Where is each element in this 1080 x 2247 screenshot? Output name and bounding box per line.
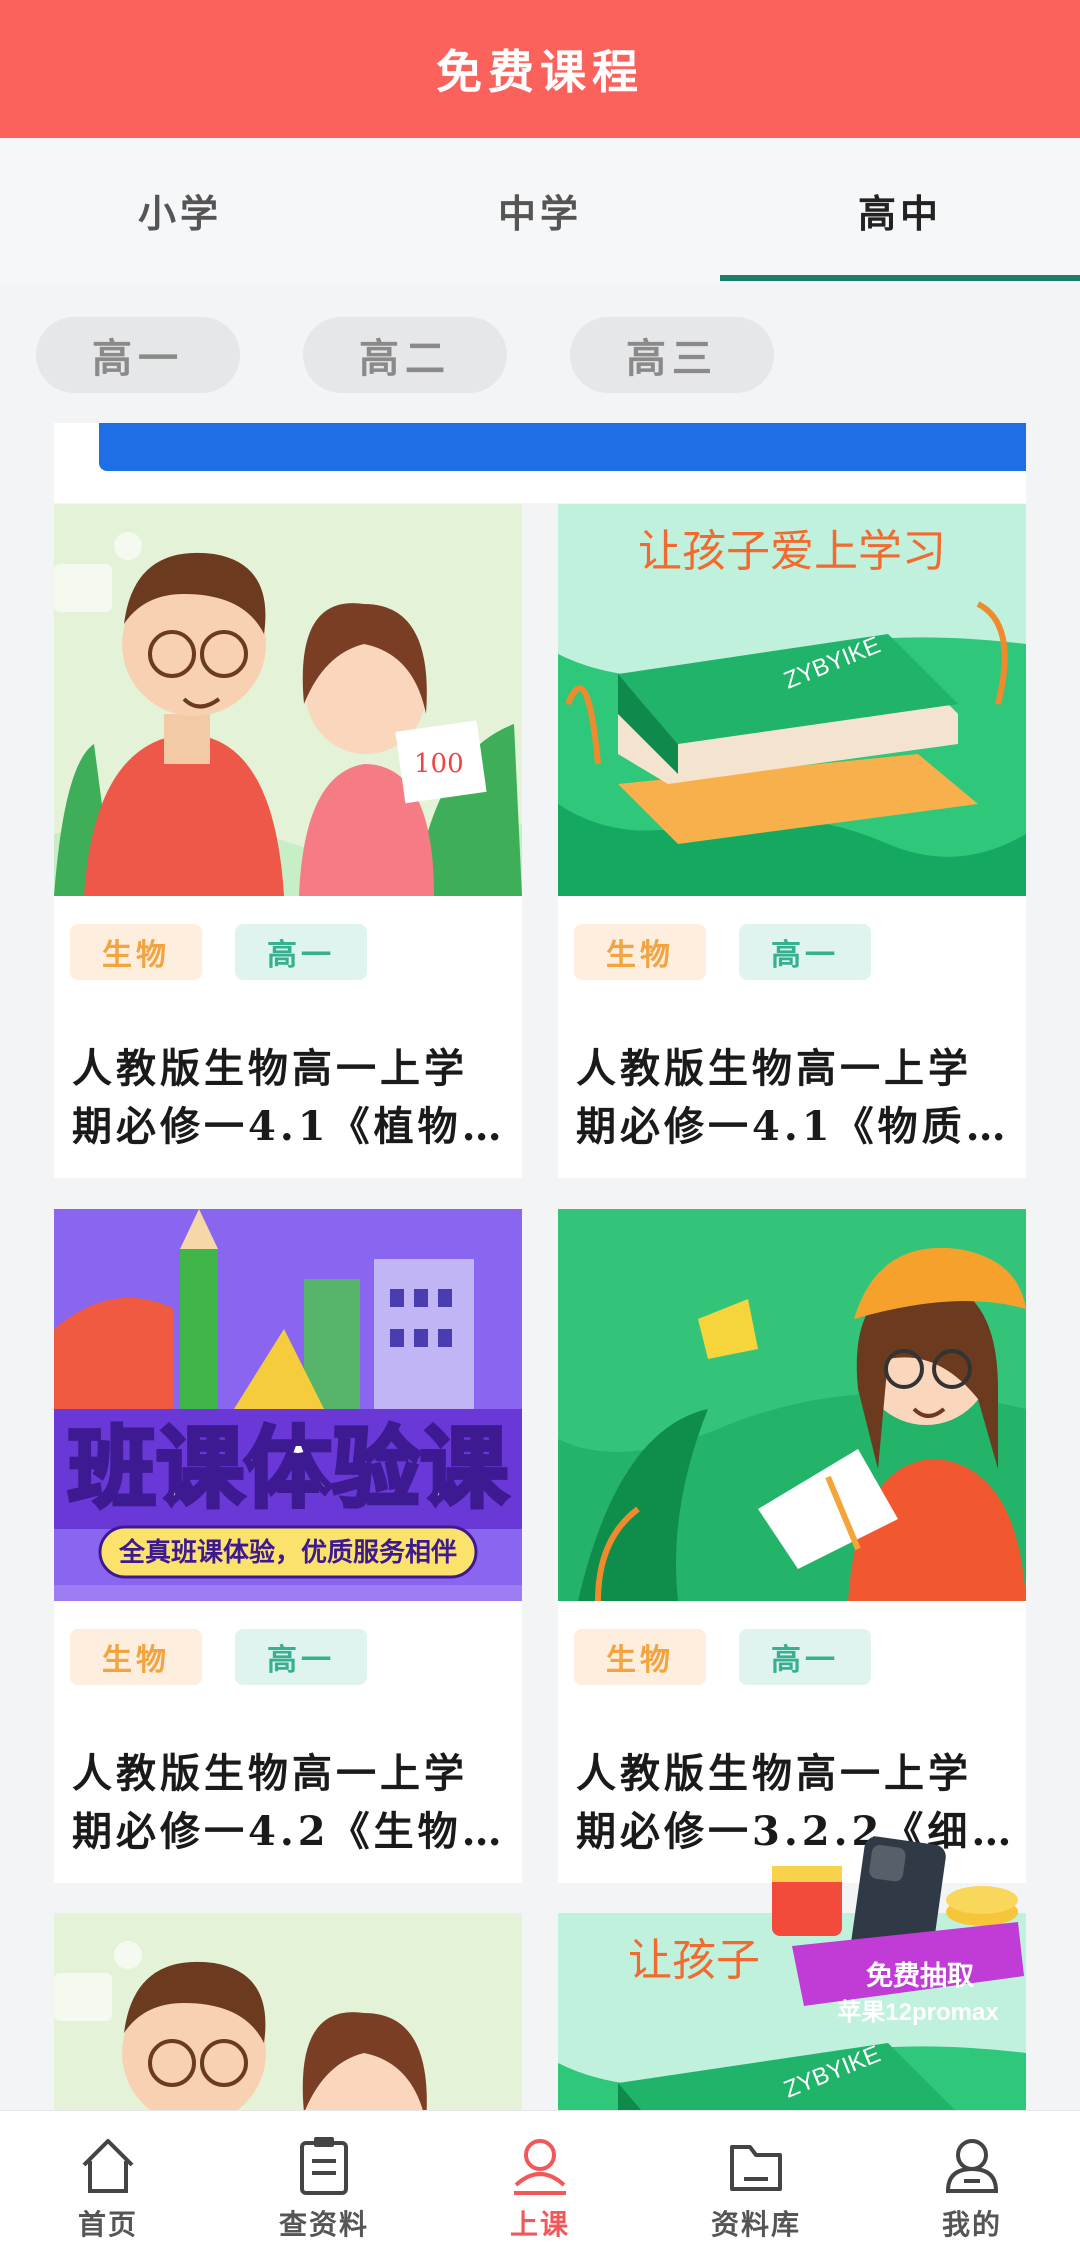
nav-classes[interactable]: 上课 — [432, 2111, 648, 2247]
promo-line1: 免费抽取 — [866, 1961, 974, 1991]
course-thumbnail: 100 — [54, 504, 522, 896]
svg-text:让孩子爱上学习: 让孩子爱上学习 — [638, 526, 946, 577]
nav-label: 我的 — [941, 2208, 1002, 2241]
tab-middle[interactable]: 中学 — [360, 138, 720, 283]
home-icon — [82, 2139, 134, 2193]
nav-label: 查资料 — [278, 2208, 369, 2241]
banner-blue[interactable] — [99, 423, 1026, 471]
course-card[interactable]: 班课体验课 全真班课体验，优质服务相伴 生物 高一 人教版生物高一上学 期必修一… — [54, 1209, 522, 1883]
course-thumbnail — [558, 1209, 1026, 1601]
subject-tag: 生物 — [70, 1629, 202, 1685]
active-tab-indicator — [720, 275, 1080, 281]
subject-tag: 生物 — [574, 1629, 706, 1685]
nav-label: 资料库 — [710, 2208, 801, 2241]
course-title: 人教版生物高一上学 期必修一4.1《物质… — [576, 1045, 1010, 1150]
course-card[interactable]: 让孩子爱上学习 ZYBYIKE 生物 高一 人教版生物高一上学 期必修一4.1《… — [558, 504, 1026, 1178]
banner-strip — [54, 423, 1026, 503]
svg-text:让孩子: 让孩子 — [628, 1935, 760, 1986]
lottery-promo[interactable]: 免费抽取 苹果12promax — [768, 1826, 1030, 2046]
course-title: 人教版生物高一上学 期必修一4.1《植物… — [72, 1045, 506, 1150]
svg-text:100: 100 — [414, 749, 464, 779]
grade-tag: 高一 — [235, 924, 367, 980]
nav-label: 首页 — [77, 2208, 138, 2241]
grade-filter: 高一 高二 高三 — [0, 283, 1080, 423]
tab-high[interactable]: 高中 — [720, 138, 1080, 283]
nav-search-materials[interactable]: 查资料 — [216, 2111, 432, 2247]
user-class-icon — [514, 2139, 566, 2195]
page-title: 免费课程 — [436, 45, 644, 99]
tab-primary[interactable]: 小学 — [0, 138, 360, 283]
course-card[interactable]: 100 生物 高一 人教版生物高一上学 期必修一4.1《植物… — [54, 504, 522, 1178]
folder-icon — [730, 2145, 782, 2191]
course-thumbnail: 班课体验课 全真班课体验，优质服务相伴 — [54, 1209, 522, 1601]
clipboard-icon — [300, 2137, 348, 2195]
course-card[interactable] — [54, 1913, 522, 2110]
nav-home[interactable]: 首页 — [0, 2111, 216, 2247]
nav-library[interactable]: 资料库 — [648, 2111, 864, 2247]
grade-tag: 高一 — [739, 924, 871, 980]
app-header: 免费课程 — [0, 0, 1080, 138]
course-title: 人教版生物高一上学 期必修一4.2《生物… — [72, 1750, 506, 1855]
course-card[interactable]: 生物 高一 人教版生物高一上学 期必修一3.2.2《细… — [558, 1209, 1026, 1883]
svg-text:班课体验课: 班课体验课 — [68, 1417, 509, 1520]
svg-text:全真班课体验，优质服务相伴: 全真班课体验，优质服务相伴 — [118, 1537, 457, 1568]
grade-tag: 高一 — [739, 1629, 871, 1685]
level-tabs: 小学 中学 高中 — [0, 138, 1080, 283]
profile-icon — [945, 2139, 999, 2193]
grade-pill-2[interactable]: 高二 — [303, 317, 507, 393]
grade-tag: 高一 — [235, 1629, 367, 1685]
subject-tag: 生物 — [574, 924, 706, 980]
course-thumbnail — [54, 1913, 522, 2110]
grade-pill-1[interactable]: 高一 — [36, 317, 240, 393]
nav-profile[interactable]: 我的 — [864, 2111, 1080, 2247]
subject-tag: 生物 — [70, 924, 202, 980]
nav-label: 上课 — [509, 2208, 570, 2241]
promo-line2: 苹果12promax — [837, 1999, 999, 2026]
bottom-nav: 首页 查资料 上课 资料库 我的 — [0, 2110, 1080, 2247]
course-thumbnail: 让孩子爱上学习 ZYBYIKE — [558, 504, 1026, 896]
grade-pill-3[interactable]: 高三 — [570, 317, 774, 393]
